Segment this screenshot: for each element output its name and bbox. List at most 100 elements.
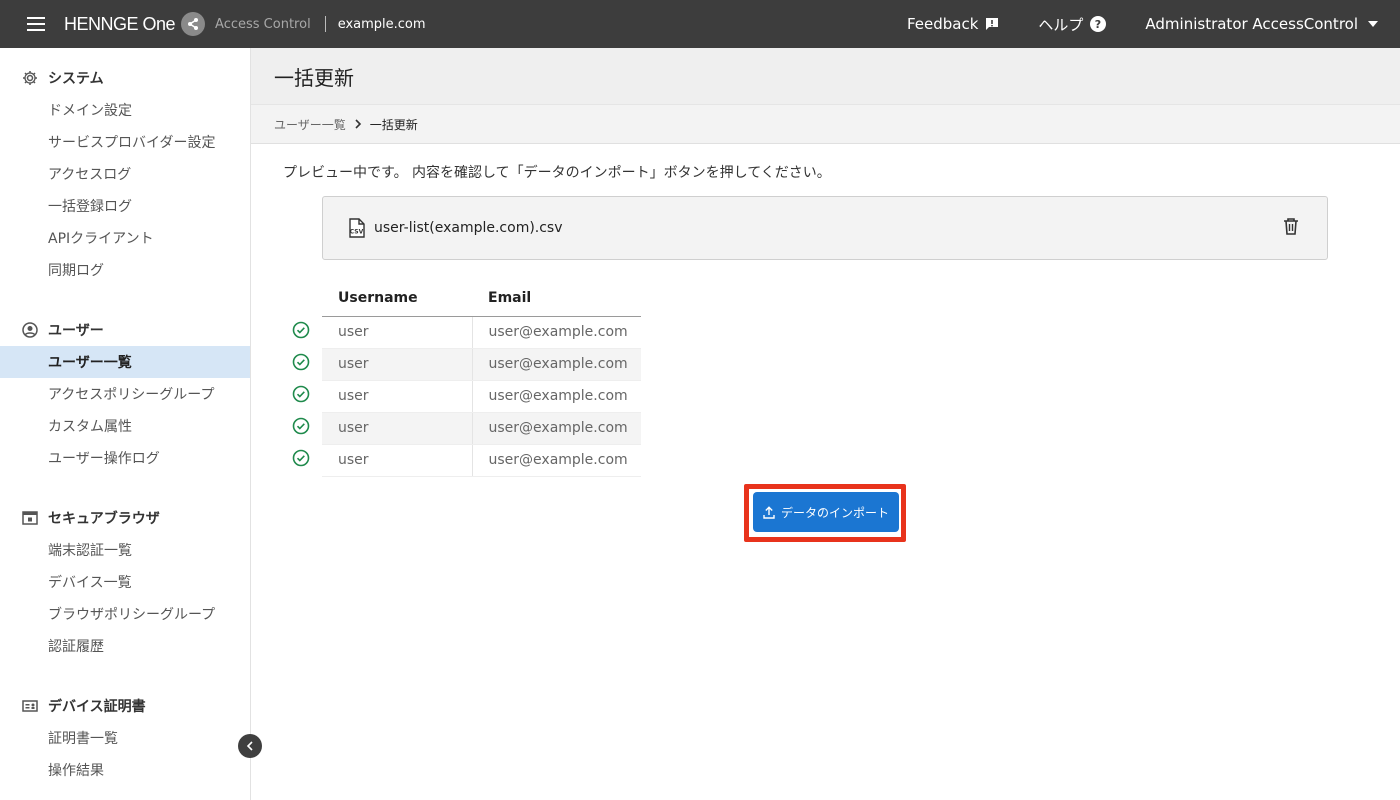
menu-icon [27, 17, 45, 31]
sidebar-section-device-certificate: デバイス証明書 証明書一覧 操作結果 [0, 690, 250, 786]
sidebar-item-api-client[interactable]: APIクライアント [0, 222, 250, 254]
browser-icon [22, 511, 38, 525]
import-data-label: データのインポート [780, 505, 889, 520]
section-header: デバイス証明書 [0, 690, 250, 722]
section-title: セキュアブラウザ [48, 511, 160, 527]
section-title: システム [48, 71, 104, 87]
logo-mark-icon [181, 12, 206, 36]
sidebar-section-secure-browser: セキュアブラウザ 端末認証一覧 デバイス一覧 ブラウザポリシーグループ 認証履歴 [0, 502, 250, 662]
delete-file-button[interactable] [1283, 217, 1299, 239]
help-button[interactable]: ヘルプ ? [1038, 14, 1107, 35]
csv-file-icon: CSV [349, 218, 365, 238]
top-bar: HENNGE One Access Control example.com Fe… [0, 0, 1400, 48]
sidebar: システム ドメイン設定 サービスプロバイダー設定 アクセスログ 一括登録ログ A… [0, 48, 251, 800]
section-title: デバイス証明書 [48, 699, 146, 715]
email-cell: user@example.com [472, 348, 641, 381]
email-cell: user@example.com [472, 380, 641, 413]
email-cell: user@example.com [472, 316, 641, 349]
csv-label: CSV [350, 229, 364, 236]
sidebar-item-device-auth-list[interactable]: 端末認証一覧 [0, 534, 250, 566]
sidebar-section-system: システム ドメイン設定 サービスプロバイダー設定 アクセスログ 一括登録ログ A… [0, 62, 250, 286]
sidebar-item-domain-settings[interactable]: ドメイン設定 [0, 94, 250, 126]
check-circle-icon [292, 385, 310, 403]
help-icon: ? [1090, 16, 1107, 32]
feedback-button[interactable]: Feedback [907, 15, 1000, 33]
check-circle-icon [292, 417, 310, 435]
id-card-icon [22, 700, 38, 712]
status-cell [284, 412, 322, 444]
sidebar-item-auth-history[interactable]: 認証履歴 [0, 630, 250, 662]
sidebar-item-service-provider-settings[interactable]: サービスプロバイダー設定 [0, 126, 250, 158]
status-header [284, 280, 322, 316]
sidebar-item-user-operation-log[interactable]: ユーザー操作ログ [0, 442, 250, 474]
svg-text:?: ? [1095, 18, 1101, 31]
logo-text: HENNGE One [64, 13, 176, 34]
table-row: user user@example.com [284, 380, 641, 413]
divider [324, 16, 326, 32]
table-row: user user@example.com [284, 412, 641, 445]
breadcrumb: ユーザー一覧 一括更新 [251, 104, 1400, 144]
sidebar-item-custom-attributes[interactable]: カスタム属性 [0, 410, 250, 442]
main-content: 一括更新 ユーザー一覧 一括更新 プレビュー中です。 内容を確認して「データのイ… [251, 48, 1400, 800]
username-cell: user [322, 444, 473, 477]
product-name: Access Control [215, 16, 311, 32]
section-header: システム [0, 62, 250, 94]
table-row: user user@example.com [284, 444, 641, 477]
check-circle-icon [292, 321, 310, 339]
trash-icon [1284, 218, 1298, 235]
sidebar-collapse-button[interactable] [238, 734, 262, 758]
sidebar-item-certificate-list[interactable]: 証明書一覧 [0, 722, 250, 754]
user-name: Administrator AccessControl [1145, 15, 1358, 33]
domain-label: example.com [337, 16, 426, 32]
page-title: 一括更新 [251, 48, 1400, 104]
sidebar-item-access-log[interactable]: アクセスログ [0, 158, 250, 190]
sidebar-item-device-list[interactable]: デバイス一覧 [0, 566, 250, 598]
user-circle-icon [22, 322, 38, 338]
status-cell [284, 348, 322, 380]
table-row: user user@example.com [284, 316, 641, 349]
sidebar-item-user-list[interactable]: ユーザー一覧 [0, 346, 250, 378]
section-title: ユーザー [48, 323, 104, 339]
table-header-row: Username Email [284, 280, 641, 317]
email-header: Email [472, 280, 641, 317]
preview-table: Username Email user user@example.com use… [284, 280, 641, 477]
upload-icon [763, 505, 775, 519]
username-cell: user [322, 412, 473, 445]
gear-icon [23, 71, 37, 85]
check-circle-icon [292, 353, 310, 371]
table-row: user user@example.com [284, 348, 641, 381]
logo[interactable]: HENNGE One Access Control [64, 12, 311, 36]
file-preview-card: CSV user-list(example.com).csv [322, 196, 1328, 260]
section-header: ユーザー [0, 314, 250, 346]
chevron-left-icon [246, 741, 253, 751]
sidebar-item-sync-log[interactable]: 同期ログ [0, 254, 250, 286]
section-header: セキュアブラウザ [0, 502, 250, 534]
email-cell: user@example.com [472, 412, 641, 445]
sidebar-item-bulk-registration-log[interactable]: 一括登録ログ [0, 190, 250, 222]
breadcrumb-user-list[interactable]: ユーザー一覧 [274, 116, 346, 133]
status-cell [284, 380, 322, 412]
username-cell: user [322, 380, 473, 413]
status-cell [284, 316, 322, 348]
sidebar-item-operation-results[interactable]: 操作結果 [0, 754, 250, 786]
username-header: Username [322, 280, 472, 317]
file-name: user-list(example.com).csv [374, 220, 563, 236]
status-cell [284, 444, 322, 476]
instruction-text: プレビュー中です。 内容を確認して「データのインポート」ボタンを押してください。 [283, 165, 831, 181]
feedback-label: Feedback [906, 15, 979, 33]
username-cell: user [322, 348, 473, 381]
caret-down-icon [1368, 21, 1378, 27]
feedback-icon [986, 18, 999, 30]
username-cell: user [322, 316, 473, 349]
check-circle-icon [292, 449, 310, 467]
user-menu-button[interactable]: Administrator AccessControl [1145, 15, 1378, 33]
sidebar-item-access-policy-group[interactable]: アクセスポリシーグループ [0, 378, 250, 410]
sidebar-section-users: ユーザー ユーザー一覧 アクセスポリシーグループ カスタム属性 ユーザー操作ログ [0, 314, 250, 474]
import-data-button[interactable]: データのインポート [753, 492, 899, 532]
email-cell: user@example.com [472, 444, 641, 477]
sidebar-item-browser-policy-group[interactable]: ブラウザポリシーグループ [0, 598, 250, 630]
breadcrumb-current: 一括更新 [369, 117, 418, 132]
help-label: ヘルプ [1038, 15, 1084, 34]
hamburger-menu-button[interactable] [0, 0, 72, 48]
chevron-right-icon [355, 119, 361, 129]
